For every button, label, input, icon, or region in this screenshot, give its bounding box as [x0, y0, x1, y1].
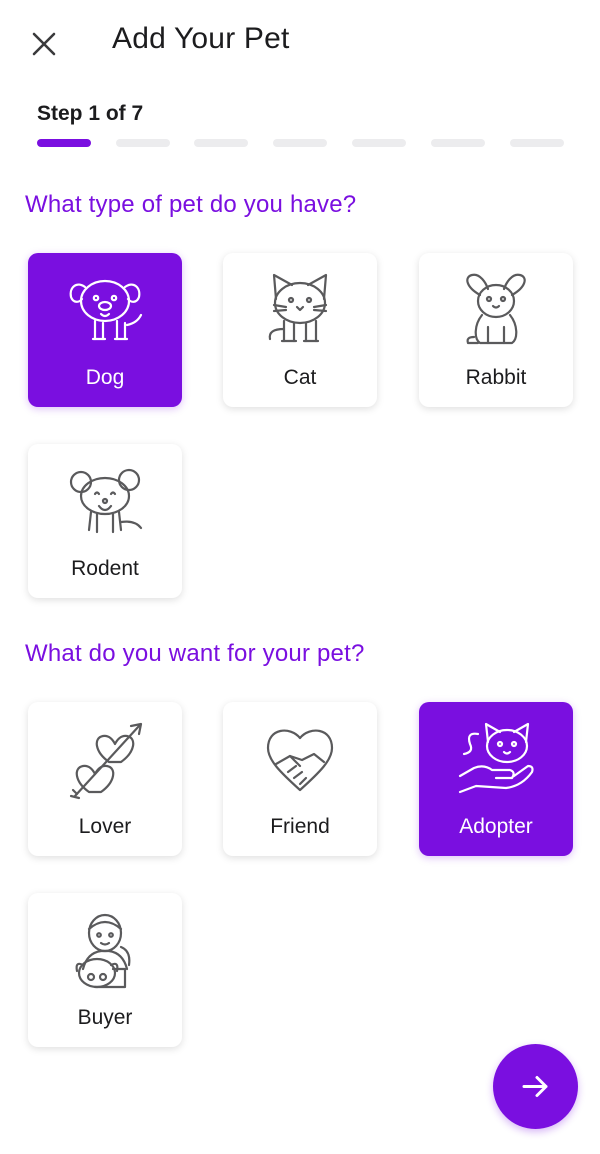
progress-segment	[352, 139, 406, 147]
goal-option-lover[interactable]: Lover	[28, 702, 182, 856]
pet-option-dog[interactable]: Dog	[28, 253, 182, 407]
rodent-icon	[65, 458, 145, 542]
progress-segment	[37, 139, 91, 147]
goal-option-buyer[interactable]: Buyer	[28, 893, 182, 1047]
next-button[interactable]	[493, 1044, 578, 1129]
cat-icon	[260, 267, 340, 351]
progress-segment	[431, 139, 485, 147]
pet-type-question: What type of pet do you have?	[25, 191, 357, 218]
goal-option-label: Lover	[78, 815, 132, 838]
pet-option-cat[interactable]: Cat	[223, 253, 377, 407]
goal-option-label: Adopter	[459, 815, 533, 838]
header: Add Your Pet	[0, 0, 600, 90]
goal-option-label: Buyer	[77, 1006, 133, 1029]
pet-option-label: Rodent	[71, 557, 139, 580]
arrow-right-icon	[522, 1076, 548, 1097]
goal-option-friend[interactable]: Friend	[223, 702, 377, 856]
pet-option-rodent[interactable]: Rodent	[28, 444, 182, 598]
goal-option-adopter[interactable]: Adopter	[419, 702, 573, 856]
hearts-arrow-icon	[65, 716, 145, 800]
pet-option-label: Rabbit	[465, 366, 527, 389]
progress-segment	[510, 139, 564, 147]
progress-segment	[194, 139, 248, 147]
progress-segment	[273, 139, 327, 147]
step-progress-bar	[37, 139, 564, 147]
dog-icon	[65, 267, 145, 351]
hand-holding-cat-icon	[456, 716, 536, 800]
pet-option-label: Cat	[283, 366, 317, 389]
pet-option-label: Dog	[85, 366, 125, 389]
page-title: Add Your Pet	[112, 22, 290, 55]
person-with-pet-icon	[65, 907, 145, 991]
handshake-heart-icon	[260, 716, 340, 800]
step-label: Step 1 of 7	[37, 102, 144, 125]
pet-option-rabbit[interactable]: Rabbit	[419, 253, 573, 407]
progress-segment	[116, 139, 170, 147]
rabbit-icon	[456, 267, 536, 351]
close-icon[interactable]	[26, 26, 62, 62]
goal-question: What do you want for your pet?	[25, 640, 365, 667]
goal-option-label: Friend	[270, 815, 330, 838]
